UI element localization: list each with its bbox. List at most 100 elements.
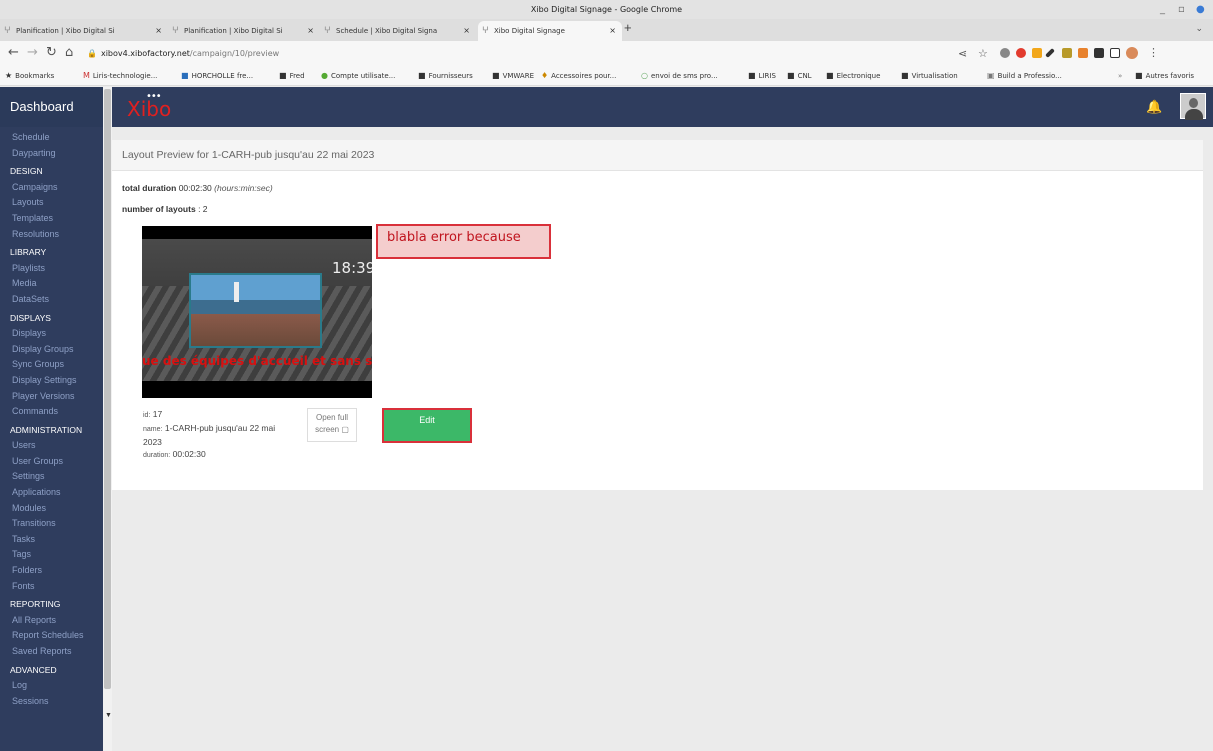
bookmark-liris[interactable]: M Liris-technologie... (83, 66, 157, 86)
back-icon[interactable]: ← (8, 45, 19, 60)
sidebar-item-folders[interactable]: Folders (0, 563, 103, 579)
layout-id-value: 17 (152, 409, 163, 419)
sidebar-item-tasks[interactable]: Tasks (0, 532, 103, 548)
sidebar-item-fonts[interactable]: Fonts (0, 579, 103, 595)
sidebar-item-media[interactable]: Media (0, 276, 103, 292)
tab-xibo-digital-signage[interactable]: ⵖ Xibo Digital Signage × (478, 21, 622, 41)
xibo-favicon-icon: ⵖ (324, 26, 331, 36)
bookmark-star-icon[interactable]: ☆ (978, 47, 988, 60)
sidebar-item-player-versions[interactable]: Player Versions (0, 389, 103, 405)
profile-avatar-icon[interactable] (1126, 47, 1138, 59)
new-tab-button[interactable]: + (624, 20, 632, 35)
sidebar-item-displays[interactable]: Displays (0, 326, 103, 342)
bookmarks-bar: ★ Bookmarks M Liris-technologie... ■ HORCHO… (0, 66, 1213, 86)
sidebar-item-sync-groups[interactable]: Sync Groups (0, 357, 103, 373)
bookmark-compte[interactable]: ● Compte utilisate... (321, 66, 395, 86)
extension-icon[interactable] (1032, 48, 1042, 58)
bookmark-electronique[interactable]: ■ Electronique (826, 66, 880, 86)
tab-label: Planification | Xibo Digital Si (184, 27, 283, 35)
sidebar-item-log[interactable]: Log (0, 678, 103, 694)
sidebar-item-users[interactable]: Users (0, 438, 103, 454)
sidebar-section-administration: ADMINISTRATION (10, 424, 83, 435)
extension-icon[interactable] (1062, 48, 1072, 58)
extension-icon[interactable] (1000, 48, 1010, 58)
sidebar-item-applications[interactable]: Applications (0, 485, 103, 501)
bookmark-autres-favoris[interactable]: ■ Autres favoris (1135, 66, 1194, 86)
close-tab-icon[interactable]: × (155, 21, 162, 41)
layout-thumbnail[interactable]: 18:39 ue des équipes d'accueil et sans s… (142, 226, 372, 398)
home-icon[interactable]: ⌂ (65, 45, 73, 60)
sidebar-item-display-groups[interactable]: Display Groups (0, 342, 103, 358)
close-window-icon[interactable]: ● (1196, 0, 1205, 19)
sidebar-item-schedule[interactable]: Schedule (0, 130, 103, 146)
sidebar-item-tags[interactable]: Tags (0, 547, 103, 563)
sidebar-item-commands[interactable]: Commands (0, 404, 103, 420)
sidebar-item-settings[interactable]: Settings (0, 469, 103, 485)
xibo-logo[interactable]: Xibo ••• (127, 91, 171, 121)
tab-planification-2[interactable]: ⵖ Planification | Xibo Digital Si × (168, 21, 320, 41)
bookmarks-more-icon[interactable]: » (1118, 66, 1122, 86)
bookmark-sms[interactable]: ○ envoi de sms pro... (641, 66, 718, 86)
reload-icon[interactable]: ↻ (46, 45, 57, 60)
bell-icon[interactable]: 🔔 (1146, 99, 1162, 115)
share-icon[interactable]: ⋖ (958, 47, 967, 60)
sidebar-item-layouts[interactable]: Layouts (0, 195, 103, 211)
number-of-layouts: number of layouts : 2 (122, 204, 208, 214)
scroll-down-icon[interactable]: ▼ (105, 712, 112, 719)
sidebar-item-saved-reports[interactable]: Saved Reports (0, 644, 103, 660)
url-field[interactable]: 🔒 xibov4.xibofactory.net/campaign/10/prev… (87, 46, 947, 62)
sidebar-item-display-settings[interactable]: Display Settings (0, 373, 103, 389)
sidebar-item-modules[interactable]: Modules (0, 501, 103, 517)
forward-icon[interactable]: → (27, 45, 38, 60)
sidebar-brand[interactable]: Dashboard (0, 87, 103, 127)
puzzle-extensions-icon[interactable] (1094, 48, 1104, 58)
tab-schedule[interactable]: ⵖ Schedule | Xibo Digital Signa × (320, 21, 476, 41)
bookmark-label: LIRIS (758, 72, 776, 80)
xibo-favicon-icon: ⵖ (4, 26, 11, 36)
sidebar-item-sessions[interactable]: Sessions (0, 694, 103, 710)
metamask-icon[interactable] (1078, 48, 1088, 58)
bookmark-fournisseurs[interactable]: ■ Fournisseurs (418, 66, 473, 86)
tab-window-icon[interactable] (1110, 48, 1120, 58)
bookmark-accessoires[interactable]: ♦ Accessoires pour... (541, 66, 616, 86)
edit-button[interactable]: Edit (382, 408, 472, 443)
bookmarks-star[interactable]: ★ Bookmarks (5, 66, 54, 86)
sidebar-item-templates[interactable]: Templates (0, 211, 103, 227)
number-of-layouts-value: : 2 (198, 204, 208, 214)
sidebar-item-playlists[interactable]: Playlists (0, 261, 103, 277)
sidebar-item-campaigns[interactable]: Campaigns (0, 180, 103, 196)
open-full-screen-button[interactable]: Open full screen ▢ (307, 408, 357, 442)
sidebar-item-dayparting[interactable]: Dayparting (0, 146, 103, 162)
minimize-icon[interactable]: _ (1160, 0, 1165, 19)
bookmark-label: Liris-technologie... (92, 72, 158, 80)
sidebar-item-all-reports[interactable]: All Reports (0, 613, 103, 629)
bookmark-cnl[interactable]: ■ CNL (787, 66, 812, 86)
bookmark-label: VMWARE (502, 72, 535, 80)
sidebar-item-datasets[interactable]: DataSets (0, 292, 103, 308)
close-tab-icon[interactable]: × (307, 21, 314, 41)
sidebar-item-user-groups[interactable]: User Groups (0, 454, 103, 470)
opera-extension-icon[interactable] (1016, 48, 1026, 58)
pen-extension-icon[interactable] (1045, 48, 1055, 58)
bookmark-build[interactable]: ▣ Build a Professio... (987, 66, 1062, 86)
error-annotation: blabla error because (376, 224, 551, 259)
star-icon: ★ (5, 71, 13, 80)
tab-planification-1[interactable]: ⵖ Planification | Xibo Digital Si × (0, 21, 168, 41)
browser-menu-icon[interactable]: ⋮ (1148, 46, 1159, 59)
maximize-icon[interactable]: ▫ (1178, 0, 1185, 19)
close-tab-icon[interactable]: × (463, 21, 470, 41)
bookmark-vmware[interactable]: ■ VMWARE (492, 66, 534, 86)
bookmark-liris-folder[interactable]: ■ LIRIS (748, 66, 776, 86)
bookmark-horcholle[interactable]: ■ HORCHOLLE fre... (181, 66, 253, 86)
sidebar-item-resolutions[interactable]: Resolutions (0, 227, 103, 243)
tab-label: Xibo Digital Signage (494, 27, 565, 35)
tab-search-icon[interactable]: ⌄ (1195, 23, 1203, 34)
bookmark-label: Bookmarks (15, 72, 55, 80)
sidebar-item-report-schedules[interactable]: Report Schedules (0, 628, 103, 644)
bookmark-fred[interactable]: ■ Fred (279, 66, 305, 86)
sidebar-item-transitions[interactable]: Transitions (0, 516, 103, 532)
bookmark-virtualisation[interactable]: ■ Virtualisation (901, 66, 958, 86)
sidebar-scrollbar-thumb[interactable] (104, 89, 111, 689)
close-tab-icon[interactable]: × (609, 21, 616, 41)
user-avatar[interactable] (1180, 93, 1206, 120)
